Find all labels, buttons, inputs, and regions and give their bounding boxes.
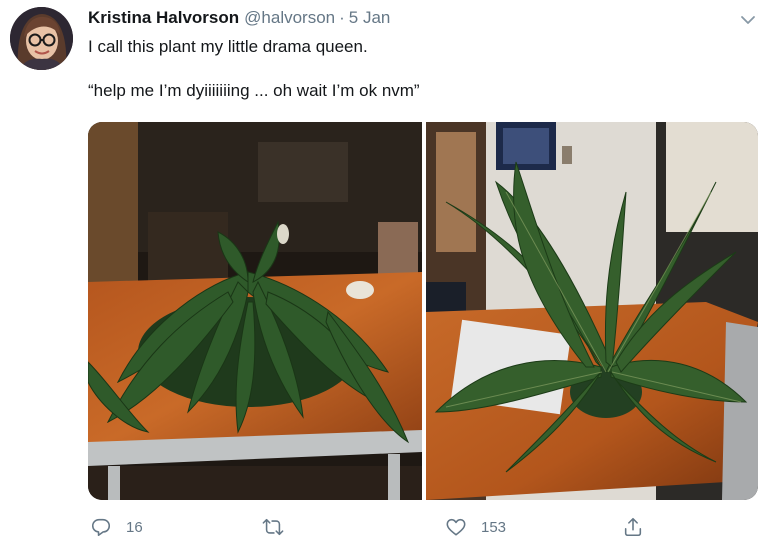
author-display-name[interactable]: Kristina Halvorson — [88, 8, 239, 27]
tweet-text-line-2: “help me I’m dyiiiiiiing ... oh wait I’m… — [88, 81, 420, 100]
tweet-actions: 16 153 — [0, 512, 768, 542]
retweet-button[interactable] — [262, 512, 298, 542]
media-photo-drooping-plant[interactable] — [88, 122, 422, 500]
separator-dot: · — [339, 8, 345, 27]
media-photo-perky-plant[interactable] — [426, 122, 758, 500]
retweet-icon — [262, 518, 284, 536]
like-count: 153 — [481, 518, 507, 536]
share-icon — [624, 517, 642, 537]
tweet-date[interactable]: 5 Jan — [349, 8, 391, 27]
avatar[interactable] — [10, 7, 73, 70]
share-button[interactable] — [622, 512, 658, 542]
like-button[interactable]: 153 — [445, 512, 506, 542]
reply-icon — [91, 518, 111, 537]
tweet-text: I call this plant my little drama queen.… — [88, 36, 748, 102]
reply-count: 16 — [126, 518, 143, 536]
author-handle[interactable]: @halvorson — [244, 8, 335, 27]
tweet-text-line-1: I call this plant my little drama queen. — [88, 37, 368, 56]
tweet-media — [88, 122, 758, 500]
heart-icon — [446, 518, 466, 536]
reply-button[interactable]: 16 — [90, 512, 143, 542]
tweet-header: Kristina Halvorson @halvorson · 5 Jan — [88, 7, 390, 29]
chevron-down-icon[interactable] — [738, 10, 758, 30]
